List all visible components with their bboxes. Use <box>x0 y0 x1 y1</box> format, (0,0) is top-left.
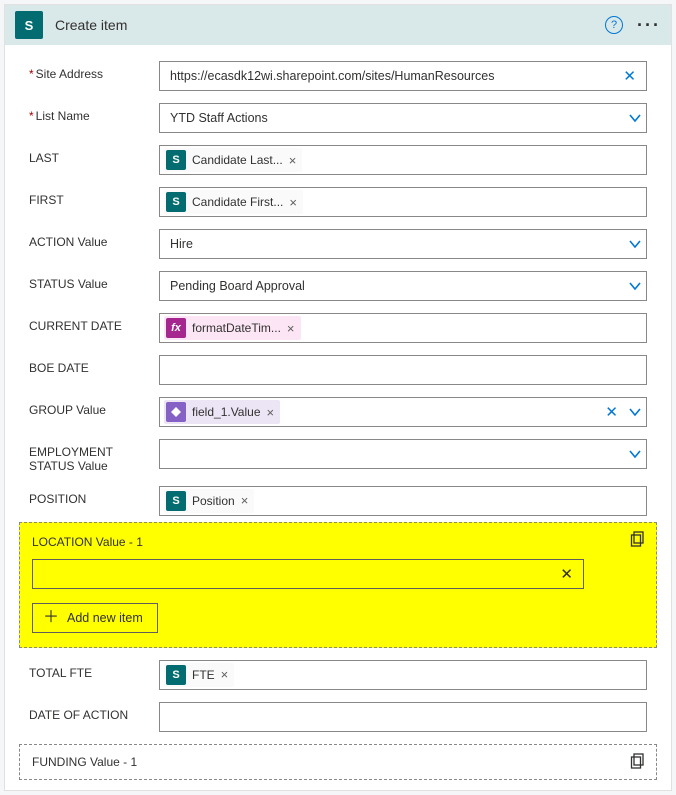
input-site-address[interactable]: https://ecasdk12wi.sharepoint.com/sites/… <box>159 61 647 91</box>
value-status: Pending Board Approval <box>170 279 626 293</box>
value-action: Hire <box>170 237 626 251</box>
chevron-down-icon[interactable] <box>626 405 640 419</box>
token-position[interactable]: S Position × <box>164 489 254 513</box>
label-funding-group: FUNDING Value - 1 <box>32 755 644 769</box>
fx-icon: fx <box>166 318 186 338</box>
row-boe-date: BOE DATE <box>29 355 647 385</box>
more-icon[interactable]: ··· <box>637 20 661 30</box>
token-label: Candidate First... <box>192 195 283 209</box>
token-label: field_1.Value <box>192 405 261 419</box>
token-label: formatDateTim... <box>192 321 281 335</box>
add-button-label: Add new item <box>67 611 143 625</box>
label-emp-status: EMPLOYMENT STATUS Value <box>29 439 159 474</box>
label-first: FIRST <box>29 187 159 207</box>
label-group: GROUP Value <box>29 397 159 417</box>
chevron-down-icon[interactable] <box>626 447 640 461</box>
row-current-date: CURRENT DATE fx formatDateTim... × <box>29 313 647 343</box>
value-list-name: YTD Staff Actions <box>170 111 626 125</box>
label-location-group: LOCATION Value - 1 <box>32 535 644 549</box>
sharepoint-icon: S <box>15 11 43 39</box>
label-action: ACTION Value <box>29 229 159 249</box>
select-list-name[interactable]: YTD Staff Actions <box>159 103 647 133</box>
add-new-item-button[interactable]: ＋ Add new item <box>32 603 158 633</box>
label-total-fte: TOTAL FTE <box>29 660 159 680</box>
remove-token-icon[interactable]: × <box>241 493 249 508</box>
label-status: STATUS Value <box>29 271 159 291</box>
remove-token-icon[interactable]: × <box>287 321 295 336</box>
token-label: Position <box>192 494 235 508</box>
chevron-down-icon[interactable] <box>626 111 640 125</box>
input-last[interactable]: S Candidate Last... × <box>159 145 647 175</box>
input-boe-date[interactable] <box>159 355 647 385</box>
clear-icon[interactable]: ✕ <box>619 67 640 85</box>
label-current-date: CURRENT DATE <box>29 313 159 333</box>
card-body: *Site Address https://ecasdk12wi.sharepo… <box>5 45 671 790</box>
select-emp-status[interactable] <box>159 439 647 469</box>
select-action[interactable]: Hire <box>159 229 647 259</box>
remove-token-icon[interactable]: × <box>289 153 297 168</box>
row-date-action: DATE OF ACTION <box>29 702 647 732</box>
input-position[interactable]: S Position × <box>159 486 647 516</box>
sharepoint-icon: S <box>166 491 186 511</box>
input-current-date[interactable]: fx formatDateTim... × <box>159 313 647 343</box>
group-location: LOCATION Value - 1 ✕ ＋ Add new item <box>19 522 657 648</box>
label-list-name: *List Name <box>29 103 159 123</box>
row-list-name: *List Name YTD Staff Actions <box>29 103 647 133</box>
remove-token-icon[interactable]: × <box>221 667 229 682</box>
row-action: ACTION Value Hire <box>29 229 647 259</box>
clear-icon[interactable]: ✕ <box>601 403 622 421</box>
token-label: FTE <box>192 668 215 682</box>
sharepoint-icon: S <box>166 665 186 685</box>
input-first[interactable]: S Candidate First... × <box>159 187 647 217</box>
input-total-fte[interactable]: S FTE × <box>159 660 647 690</box>
card-title: Create item <box>55 17 605 33</box>
card-header: S Create item ? ··· <box>5 5 671 45</box>
token-candidate-last[interactable]: S Candidate Last... × <box>164 148 302 172</box>
copy-icon[interactable] <box>630 753 646 769</box>
copy-icon[interactable] <box>630 531 646 547</box>
label-last: LAST <box>29 145 159 165</box>
clear-icon[interactable]: ✕ <box>556 565 577 583</box>
input-group[interactable]: field_1.Value × ✕ <box>159 397 647 427</box>
input-date-action[interactable] <box>159 702 647 732</box>
remove-token-icon[interactable]: × <box>289 195 297 210</box>
chevron-down-icon[interactable] <box>626 279 640 293</box>
label-boe-date: BOE DATE <box>29 355 159 375</box>
row-first: FIRST S Candidate First... × <box>29 187 647 217</box>
token-candidate-first[interactable]: S Candidate First... × <box>164 190 303 214</box>
label-site-address: *Site Address <box>29 61 159 81</box>
select-status[interactable]: Pending Board Approval <box>159 271 647 301</box>
remove-token-icon[interactable]: × <box>267 405 275 420</box>
label-date-action: DATE OF ACTION <box>29 702 159 722</box>
plus-icon: ＋ <box>43 610 59 626</box>
row-site-address: *Site Address https://ecasdk12wi.sharepo… <box>29 61 647 91</box>
row-total-fte: TOTAL FTE S FTE × <box>29 660 647 690</box>
powerapps-icon <box>166 402 186 422</box>
sharepoint-icon: S <box>166 150 186 170</box>
sharepoint-icon: S <box>166 192 186 212</box>
token-fte[interactable]: S FTE × <box>164 663 234 687</box>
row-emp-status: EMPLOYMENT STATUS Value <box>29 439 647 474</box>
token-field1-value[interactable]: field_1.Value × <box>164 400 280 424</box>
group-funding: FUNDING Value - 1 <box>19 744 657 780</box>
help-icon[interactable]: ? <box>605 16 623 34</box>
input-location-item[interactable]: ✕ <box>32 559 584 589</box>
token-label: Candidate Last... <box>192 153 283 167</box>
chevron-down-icon[interactable] <box>626 237 640 251</box>
token-formatdatetime[interactable]: fx formatDateTim... × <box>164 316 301 340</box>
row-last: LAST S Candidate Last... × <box>29 145 647 175</box>
row-position: POSITION S Position × <box>29 486 647 516</box>
create-item-card: S Create item ? ··· *Site Address https:… <box>4 4 672 791</box>
label-position: POSITION <box>29 486 159 506</box>
value-site-address: https://ecasdk12wi.sharepoint.com/sites/… <box>170 69 619 83</box>
row-group: GROUP Value field_1.Value × ✕ <box>29 397 647 427</box>
row-status: STATUS Value Pending Board Approval <box>29 271 647 301</box>
